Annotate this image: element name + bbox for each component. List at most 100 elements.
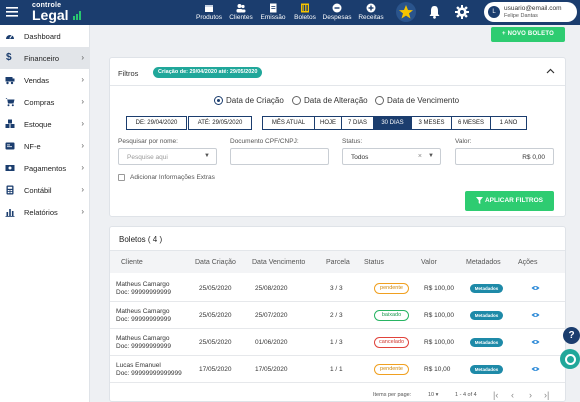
col-parcela[interactable]: Parcela [326,259,350,266]
boletos-title: Boletos ( 4 ) [119,235,163,244]
sidebar-item-label: Pagamentos [24,164,67,173]
sidebar-item-contabil[interactable]: Contábil › [0,179,90,201]
nav-produtos[interactable]: Produtos [192,0,226,25]
nav-clientes[interactable]: Clientes [224,0,258,25]
user-menu[interactable]: L usuario@email.com Felipe Dantas [484,2,577,22]
status-badge: baixado [374,310,409,321]
plus-circle-icon [366,3,376,13]
items-per-page-select[interactable]: 10 ▾ [428,392,438,398]
valor-label: Valor: [455,138,472,145]
dashboard-icon [5,31,15,41]
col-cliente[interactable]: Cliente [121,259,143,266]
checkbox-icon [118,174,125,181]
search-label: Pesquisar por nome: [118,138,178,145]
cell-value: R$ 100,00 [424,312,454,319]
items-per-page-value: 10 [428,392,435,398]
table-row[interactable]: Matheus Camargo Doc: 99999999999 25/05/20… [110,302,565,329]
metadata-badge[interactable]: Metadados [470,338,503,347]
period-hoje[interactable]: HOJE [315,117,342,129]
col-status[interactable]: Status [364,259,384,266]
dollar-icon: $ [6,52,12,63]
chevron-right-icon: › [81,141,84,150]
sidebar-item-label: Dashboard [24,32,61,41]
col-data-vencimento[interactable]: Data Vencimento [252,259,305,266]
search-input[interactable]: Pesquise aqui ▼ [118,148,217,165]
date-to-button[interactable]: ATÉ: 29/05/2020 [188,116,252,130]
period-1-ano[interactable]: 1 ANO [491,117,526,129]
metadata-badge[interactable]: Metadados [470,365,503,374]
col-metadados[interactable]: Metadados [466,259,501,266]
next-page-icon[interactable]: › [529,390,532,400]
nav-receitas[interactable]: Receitas [354,0,388,25]
sidebar-item-compras[interactable]: Compras › [0,91,90,113]
status-value: Todos [351,154,369,161]
chat-icon[interactable] [560,349,580,369]
col-data-criacao[interactable]: Data Criação [195,259,236,266]
metadata-badge[interactable]: Metadados [470,311,503,320]
first-page-icon[interactable]: |‹ [493,390,498,400]
client-name: Matheus Camargo [116,308,170,315]
boletos-panel: Boletos ( 4 ) Cliente Data Criação Data … [109,226,566,402]
items-per-page-label: Items per page: [373,392,412,398]
sidebar-item-label: Financeiro [24,54,60,63]
col-valor[interactable]: Valor [421,259,437,266]
period-7-dias[interactable]: 7 DIAS [342,117,374,129]
shopping-cart-icon [5,97,15,107]
date-from-button[interactable]: DE: 29/04/2020 [126,116,187,130]
logo[interactable]: controle Legal [32,2,81,22]
chevron-right-icon: › [81,185,84,194]
clear-icon[interactable]: × [418,153,422,160]
nav-emissao[interactable]: Emissão [256,0,290,25]
gear-icon[interactable] [455,5,469,19]
sidebar-item-relatorios[interactable]: Relatórios › [0,201,90,223]
sidebar-item-label: Relatórios [24,208,58,217]
caret-down-icon: ▼ [428,153,434,159]
cell-cliente: Matheus Camargo Doc: 99999999999 [116,308,171,324]
doc-field[interactable] [230,148,329,165]
users-icon [236,3,246,13]
sidebar-item-dashboard[interactable]: Dashboard [0,25,90,47]
sidebar-item-estoque[interactable]: Estoque › [0,113,90,135]
sidebar-item-pagamentos[interactable]: Pagamentos › [0,157,90,179]
eye-icon[interactable] [531,366,540,372]
period-6-meses[interactable]: 6 MESES [452,117,491,129]
favorites-star-icon[interactable] [396,2,416,22]
divider [110,85,565,86]
metadata-badge[interactable]: Metadados [470,284,503,293]
radio-icon [214,96,223,105]
cell-cliente: Matheus Camargo Doc: 99999999999 [116,281,171,297]
nav-despesas[interactable]: Despesas [320,0,354,25]
period-mes-atual[interactable]: MÊS ATUAL [263,117,315,129]
table-row[interactable]: Matheus Camargo Doc: 99999999999 25/05/20… [110,329,565,356]
eye-icon[interactable] [531,339,540,345]
period-30-dias[interactable]: 30 DIAS [374,117,412,129]
col-acoes[interactable]: Ações [518,259,537,266]
table-row[interactable]: Lucas Emanuel Doc: 99999999999999 17/05/2… [110,356,565,383]
filters-panel: Filtros Criação de: 29/04/2020 até: 29/0… [109,57,566,217]
prev-page-icon[interactable]: ‹ [511,390,514,400]
sidebar-item-label: Vendas [24,76,50,85]
status-select[interactable]: Todos × ▼ [342,148,441,165]
nav-label: Receitas [358,14,384,21]
sidebar-item-vendas[interactable]: Vendas › [0,69,90,91]
eye-icon[interactable] [531,285,540,291]
cell-parcel: 2 / 3 [330,312,343,319]
boxes-icon [5,119,15,129]
radio-label: Data de Criação [226,96,284,105]
table-row[interactable]: Matheus Camargo Doc: 99999999999 25/05/20… [110,275,565,302]
sidebar-item-nfe[interactable]: NF-e › [0,135,90,157]
help-icon[interactable]: ? [563,327,580,344]
nav-boletos[interactable]: Boletos [288,0,322,25]
bell-icon[interactable] [428,5,441,19]
chevron-up-icon[interactable] [546,68,555,74]
period-3-meses[interactable]: 3 MESES [412,117,452,129]
last-page-icon[interactable]: ›| [544,390,549,400]
status-badge: cancelado [374,337,409,348]
valor-field[interactable]: R$ 0,00 [455,148,554,165]
apply-filters-button[interactable]: APLICAR FILTROS [465,191,554,211]
new-boleto-button[interactable]: + NOVO BOLETO [491,27,565,42]
menu-icon[interactable] [6,7,18,17]
status-badge: pendente [374,283,409,294]
sidebar-item-financeiro[interactable]: $ Financeiro › [0,47,90,69]
eye-icon[interactable] [531,312,540,318]
